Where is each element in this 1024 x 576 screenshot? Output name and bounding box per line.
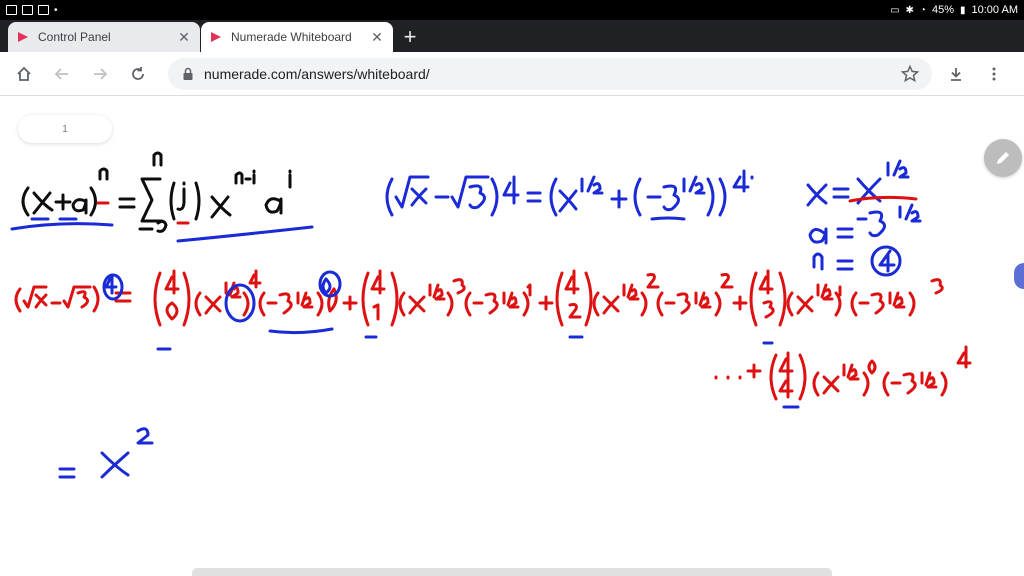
address-bar[interactable]: numerade.com/answers/whiteboard/ (168, 57, 932, 90)
horizontal-scrollbar[interactable] (192, 568, 832, 576)
url-text: numerade.com/answers/whiteboard/ (204, 65, 430, 82)
close-icon[interactable]: ✕ (176, 29, 192, 46)
download-icon (951, 67, 961, 81)
lock-icon (183, 67, 193, 80)
status-bar: • ▭ ✱ ◔ 45% ▮ 10:00 AM (0, 0, 1024, 20)
red-mark-ink (848, 195, 918, 203)
back-button[interactable] (46, 58, 78, 90)
expansion-ink (14, 269, 972, 401)
reload-icon (132, 66, 144, 80)
arrow-left-icon (54, 67, 68, 80)
home-icon (17, 66, 31, 81)
tab-strip: Control Panel ✕ Numerade Whiteboard ✕ + (0, 20, 1024, 52)
pencil-tool-button[interactable] (984, 139, 1022, 177)
forward-button[interactable] (84, 58, 116, 90)
arrow-right-icon (94, 67, 108, 80)
tab-label: Numerade Whiteboard (231, 30, 352, 44)
whiteboard-canvas[interactable]: 1 (0, 97, 1024, 576)
tab-control-panel[interactable]: Control Panel ✕ (8, 22, 200, 52)
substitution-ink (385, 169, 754, 221)
side-panel-handle[interactable] (1014, 263, 1024, 289)
bluetooth-icon: ✱ (905, 4, 914, 16)
download-button[interactable] (940, 58, 972, 90)
variables-ink (806, 159, 922, 277)
message-icon (22, 5, 33, 15)
new-tab-button[interactable]: + (394, 22, 426, 52)
close-icon[interactable]: ✕ (369, 29, 385, 46)
wifi-icon: ◔ (919, 4, 926, 16)
handwriting-layer (10, 151, 972, 479)
battery-icon: ▮ (960, 4, 966, 16)
tab-label: Control Panel (38, 30, 111, 44)
browser-toolbar: numerade.com/answers/whiteboard/ (0, 52, 1024, 96)
notification-icons: • (6, 5, 58, 16)
more-vert-icon (992, 67, 996, 80)
home-button[interactable] (8, 58, 40, 90)
video-icon (38, 5, 49, 15)
numerade-favicon-icon (16, 30, 30, 44)
gallery-icon (6, 5, 17, 15)
system-icons: ▭ ✱ ◔ 45% ▮ 10:00 AM (890, 4, 1018, 16)
bookmark-star-icon[interactable] (900, 64, 920, 84)
clock: 10:00 AM (971, 4, 1018, 16)
cast-icon: ▭ (890, 4, 900, 16)
menu-button[interactable] (978, 58, 1010, 90)
more-notifications-icon: • (54, 4, 58, 16)
numerade-favicon-icon (209, 30, 223, 44)
tab-numerade-whiteboard[interactable]: Numerade Whiteboard ✕ (201, 22, 393, 52)
reload-button[interactable] (122, 58, 154, 90)
battery-level: 45% (931, 4, 954, 16)
pencil-icon (997, 152, 1009, 164)
